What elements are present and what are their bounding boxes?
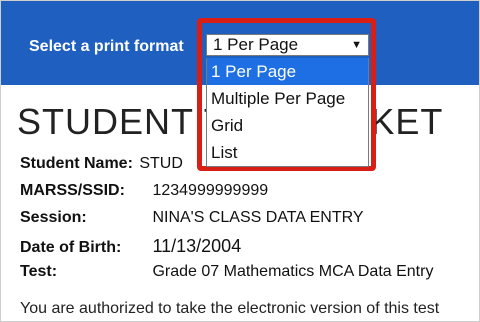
page-frame: Select a print format STUDENT TEST TICKE… [0,0,480,322]
marss-value: 1234999999999 [152,182,269,199]
print-format-select[interactable]: 1 Per Page ▼ [206,34,369,56]
dob-label: Date of Birth: [20,239,122,256]
student-name-label: Student Name: [20,155,133,172]
session-label: Session: [20,209,87,226]
dropdown-arrow-icon: ▼ [351,39,362,51]
test-row: Test: Grade 07 Mathematics MCA Data Entr… [20,263,433,281]
student-name-value: STUD [139,155,183,172]
dob-row: Date of Birth: 11/13/2004 [20,236,241,257]
dob-value: 11/13/2004 [152,236,242,256]
student-name-row: Student Name: STUD [20,155,183,173]
print-format-label: Select a print format [29,38,184,55]
selected-format-value: 1 Per Page [213,35,299,54]
format-option-grid[interactable]: Grid [207,112,368,139]
marss-label: MARSS/SSID: [20,182,125,199]
format-option-1-per-page[interactable]: 1 Per Page [207,58,368,85]
marss-row: MARSS/SSID: 1234999999999 [20,182,268,200]
print-format-options: 1 Per Page Multiple Per Page Grid List [206,58,369,167]
authorization-notice: You are authorized to take the electroni… [20,300,440,317]
format-option-multiple-per-page[interactable]: Multiple Per Page [207,85,368,112]
test-label: Test: [20,263,58,280]
format-option-list[interactable]: List [207,139,368,166]
test-value: Grade 07 Mathematics MCA Data Entry [152,263,434,280]
session-value: NINA'S CLASS DATA ENTRY [152,209,364,226]
session-row: Session: NINA'S CLASS DATA ENTRY [20,209,364,227]
